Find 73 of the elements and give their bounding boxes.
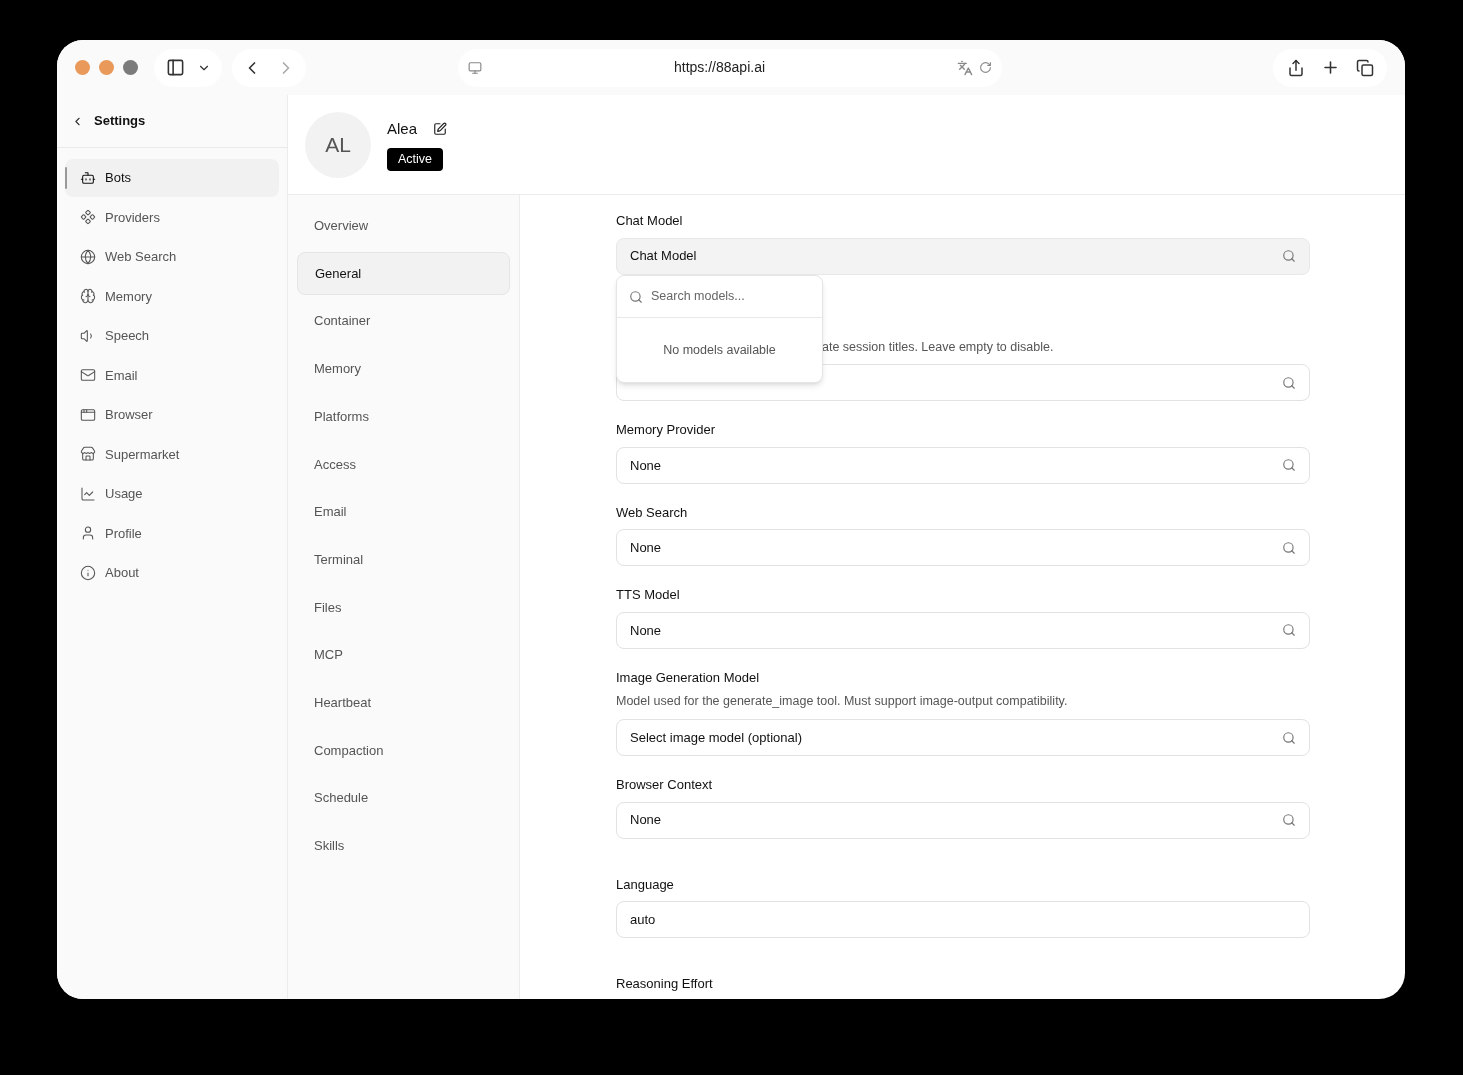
select-field[interactable]: Chat Model — [616, 237, 1310, 275]
field-label: Browser Context — [616, 776, 714, 794]
bot-name: Alea — [387, 118, 418, 139]
sidebar-icon — [165, 58, 185, 77]
field-label: Image Generation Model — [616, 668, 761, 687]
sidebar-item[interactable]: Email — [65, 356, 279, 394]
robot-icon — [80, 169, 96, 186]
reload-icon[interactable] — [979, 61, 992, 74]
person-icon — [80, 525, 96, 542]
store-icon — [80, 446, 96, 463]
brain-icon — [80, 288, 96, 305]
sidebar-item[interactable]: About — [65, 554, 279, 592]
section-tab[interactable]: MCP — [297, 633, 510, 677]
select-field[interactable]: Select image model (optional) — [616, 719, 1310, 756]
select-field[interactable]: None — [616, 801, 1310, 839]
section-tab[interactable]: Platforms — [297, 394, 510, 439]
empty-message: No models available — [663, 341, 776, 359]
section-tab[interactable]: General — [297, 251, 510, 296]
section-tab[interactable]: Overview — [297, 204, 510, 248]
sidebar-item[interactable]: Bots — [65, 159, 279, 197]
section-tab[interactable]: Heartbeat — [297, 680, 510, 725]
field-label: TTS Model — [616, 586, 681, 605]
search-icon — [1282, 540, 1296, 555]
translate-icon[interactable] — [957, 59, 973, 76]
select-field[interactable]: None — [616, 529, 1310, 567]
sidebar-toggle-button[interactable] — [154, 48, 222, 87]
edit-icon[interactable] — [433, 122, 448, 137]
search-icon — [1282, 375, 1296, 390]
sidebar-item[interactable]: Web Search — [65, 238, 279, 276]
section-tab[interactable]: Terminal — [297, 537, 510, 582]
section-tab[interactable]: Skills — [297, 823, 510, 868]
sidebar-item[interactable]: Supermarket — [65, 435, 279, 473]
field-description: Model used for the generate_image tool. Must support image-output compatibility. — [616, 693, 1069, 711]
field-description: ate session titles. Leave empty to disable. — [822, 338, 1054, 356]
field-label: Web Search — [616, 503, 689, 522]
field-label: Reasoning Effort — [616, 975, 714, 993]
sidebar-item[interactable]: Profile — [65, 514, 279, 552]
window-icon — [80, 406, 96, 423]
address-bar[interactable]: https://88api.ai — [458, 48, 1002, 87]
search-icon — [1282, 730, 1296, 745]
search-models-field[interactable]: Search models... — [651, 287, 801, 306]
info-icon — [80, 564, 96, 581]
sidebar-item[interactable]: Speech — [65, 317, 279, 355]
search-icon — [1282, 623, 1296, 638]
field-label: Memory Provider — [616, 421, 716, 440]
line-chart-icon — [80, 485, 96, 502]
select-field[interactable]: None — [616, 446, 1310, 484]
section-tab[interactable]: Files — [297, 585, 510, 630]
sidebar-item[interactable]: Memory — [65, 277, 279, 315]
section-tab[interactable]: Email — [297, 490, 510, 534]
sidebar-title: Settings — [94, 112, 146, 131]
search-icon — [629, 289, 643, 304]
sidebar-item[interactable]: Browser — [65, 396, 279, 434]
globe-icon — [80, 248, 96, 265]
select-field[interactable]: None — [616, 611, 1310, 649]
avatar: AL — [305, 111, 371, 178]
field-label: Chat Model — [616, 212, 684, 230]
section-tab[interactable]: Memory — [297, 347, 510, 391]
section-tab[interactable]: Container — [297, 299, 510, 344]
tabs-icon[interactable] — [1355, 58, 1374, 77]
field-label: Language — [616, 875, 675, 894]
text-field[interactable]: auto — [616, 901, 1310, 938]
status-badge: Active — [387, 148, 444, 172]
share-icon[interactable] — [1286, 58, 1305, 77]
search-icon — [1282, 249, 1296, 263]
envelope-icon — [80, 367, 96, 384]
sidebar-item[interactable]: Usage — [65, 475, 279, 513]
section-tab[interactable]: Compaction — [297, 728, 510, 773]
search-icon — [1282, 458, 1296, 473]
section-tab[interactable]: Access — [297, 442, 510, 487]
section-tab[interactable]: Schedule — [297, 776, 510, 820]
sidebar-item[interactable]: Providers — [65, 198, 279, 236]
search-icon — [1282, 813, 1296, 827]
